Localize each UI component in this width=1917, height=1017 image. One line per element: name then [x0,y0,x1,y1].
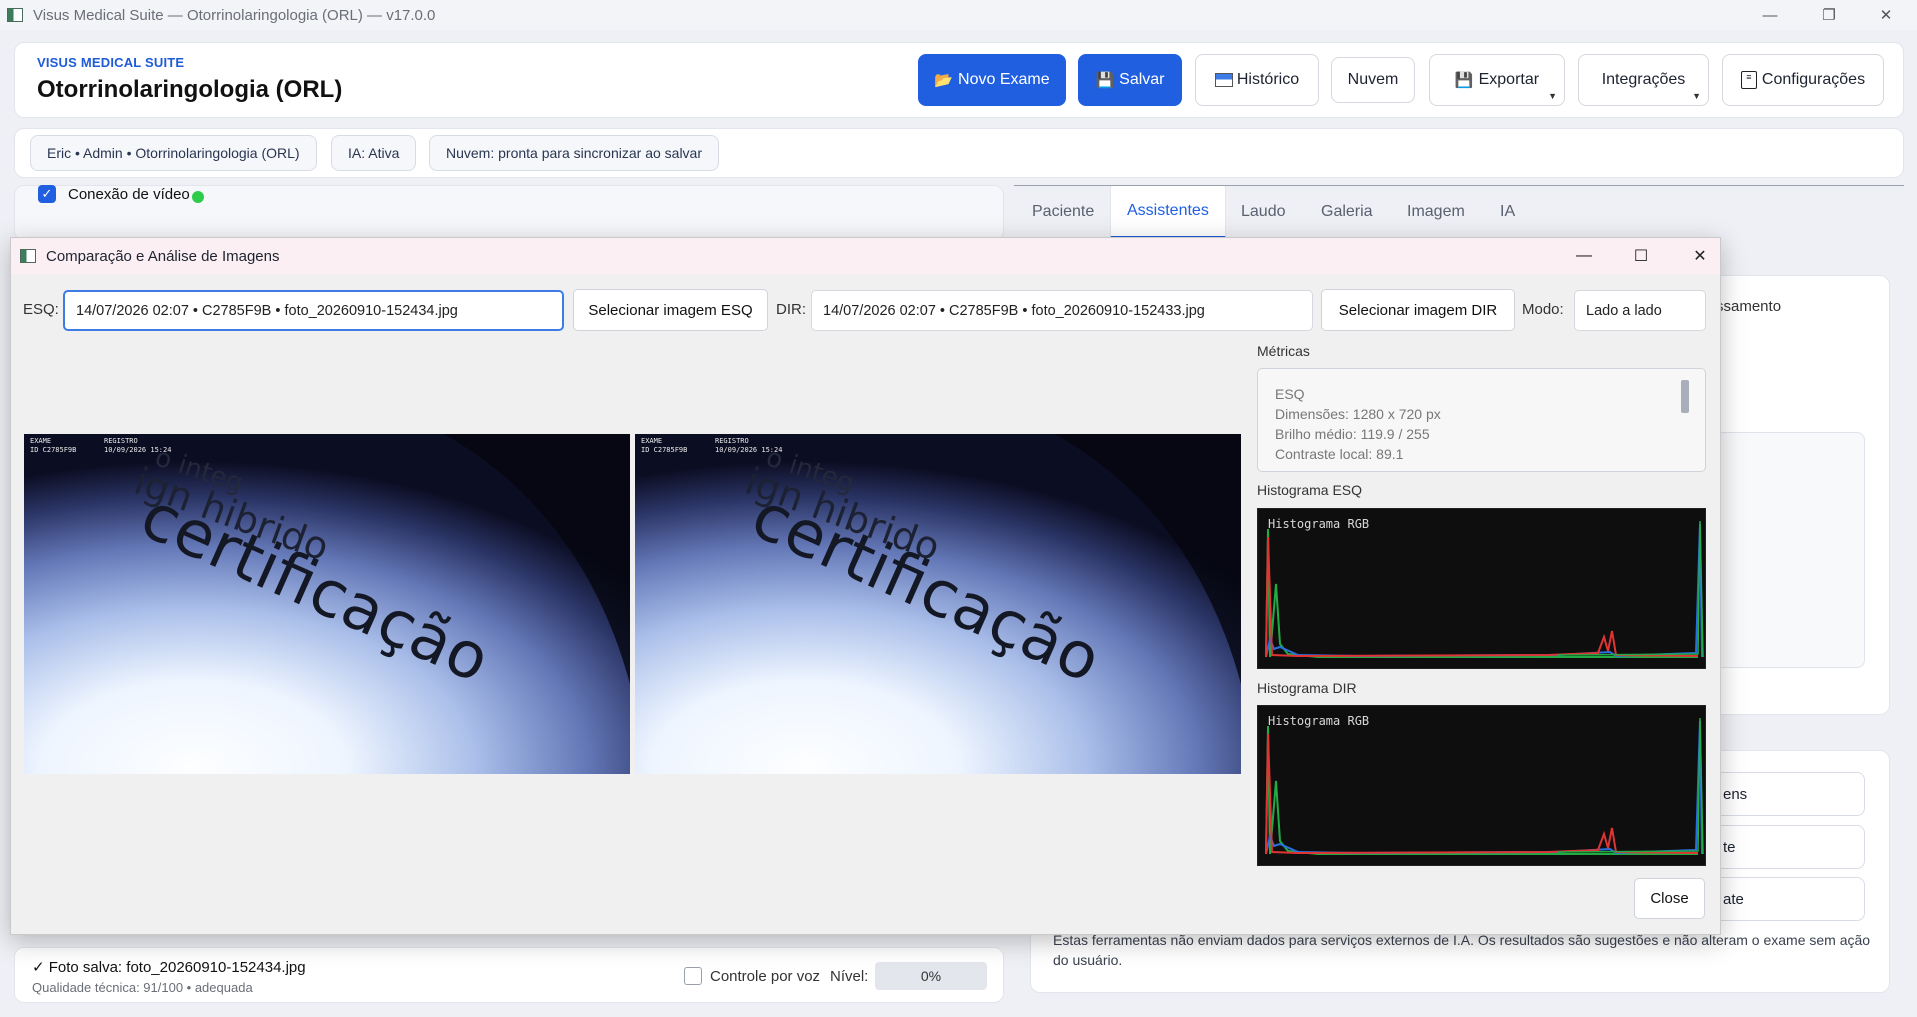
exam-overlay-label: EXAME [30,437,52,445]
histogram-title: Histograma RGB [1268,517,1370,531]
exam-overlay-label: EXAME [641,437,663,445]
select-left-image-button[interactable]: Selecionar imagem ESQ [573,289,768,331]
assistant-output-box [1700,432,1865,668]
metrics-side: ESQ [1275,386,1305,402]
dialog-titlebar: Comparação e Análise de Imagens [11,238,1720,274]
mode-label: Modo: [1522,301,1564,318]
chevron-down-icon: ▼ [1692,91,1701,101]
metrics-contrast: Contraste local: 89.1 [1275,446,1404,462]
register-overlay-label: REGISTRO [104,437,138,445]
exam-overlay-id: ID C2785F9B [641,446,688,454]
right-image: o integ ign hibrido certificação EXAME I… [635,434,1241,774]
voice-level-meter: 0% [875,962,987,990]
restore-icon[interactable]: ❐ [1806,0,1852,30]
tab-laudo[interactable]: Laudo [1241,186,1286,238]
assistant-tool-button[interactable]: te [1700,825,1865,869]
integrations-button[interactable]: Integrações ▼ [1578,54,1709,106]
floppy-icon: 💾 [1454,72,1474,89]
cloud-button[interactable]: Nuvem [1331,57,1415,103]
histogram-chart [1265,520,1704,658]
register-overlay-date: 10/09/2026 15:24 [715,446,783,454]
tab-ia[interactable]: IA [1500,186,1515,238]
tab-assistentes[interactable]: Assistentes [1110,186,1226,238]
history-label: Histórico [1236,71,1300,88]
histogram-right: Histograma RGB [1257,705,1706,866]
histogram-title: Histograma RGB [1268,714,1370,728]
user-chip: Eric • Admin • Otorrinolaringologia (ORL… [30,135,317,171]
maximize-icon[interactable]: ☐ [1618,238,1664,274]
settings-icon: ≡ [1740,71,1757,89]
level-label: Nível: [830,968,869,985]
app-icon [20,249,36,263]
register-overlay-date: 10/09/2026 15:24 [104,446,172,454]
left-image-label: ESQ: [23,301,59,318]
dialog-title: Comparação e Análise de Imagens [46,247,280,265]
new-exam-label: Novo Exame [958,71,1050,88]
export-label: Exportar [1478,71,1540,88]
metrics-scrollbar[interactable] [1681,380,1689,413]
metrics-panel[interactable]: ESQ Dimensões: 1280 x 720 px Brilho médi… [1257,368,1706,472]
select-right-image-button[interactable]: Selecionar imagem DIR [1321,289,1515,331]
histogram-chart [1265,717,1704,855]
tab-galeria[interactable]: Galeria [1321,186,1373,238]
metrics-dimensions: Dimensões: 1280 x 720 px [1275,406,1441,422]
voice-control-checkbox[interactable] [684,967,702,985]
exam-overlay-id: ID C2785F9B [30,446,77,454]
tab-paciente[interactable]: Paciente [1032,186,1094,238]
metrics-label: Métricas [1257,343,1310,359]
ai-status-chip: IA: Ativa [331,135,417,171]
close-icon[interactable]: ✕ [1863,0,1909,30]
tab-bar: Paciente Assistentes Laudo Galeria Image… [1014,185,1904,238]
settings-label: Configurações [1761,71,1866,88]
video-connection-checkbox[interactable]: ✓ [38,185,56,203]
voice-control-label: Controle por voz [710,968,821,985]
right-image-label: DIR: [776,301,806,318]
connection-indicator-icon [192,191,204,203]
brand-label: VISUS MEDICAL SUITE [37,55,185,70]
floppy-icon: 💾 [1095,72,1115,89]
settings-button[interactable]: ≡ Configurações [1722,54,1884,106]
window-titlebar: Visus Medical Suite — Otorrinolaringolog… [0,0,1917,30]
close-button[interactable]: Close [1634,878,1705,919]
histogram-left: Histograma RGB [1257,508,1706,669]
saved-photo-status: ✓ Foto salva: foto_20260910-152434.jpg [32,959,306,976]
assistant-tool-button[interactable]: ate [1700,877,1865,921]
histogram-left-label: Histograma ESQ [1257,482,1363,498]
cloud-label: Nuvem [1347,71,1399,88]
endoscopy-image: o integ ign hibrido certificação [635,434,1241,774]
assistant-text: ssamento [1716,298,1782,315]
left-image-field[interactable]: 14/07/2026 02:07 • C2785F9B • foto_20260… [63,290,564,331]
tab-imagem[interactable]: Imagem [1407,186,1465,238]
app-icon [7,8,23,22]
minimize-icon[interactable]: — [1561,238,1607,274]
quality-status: Qualidade técnica: 91/100 • adequada [32,980,253,995]
chevron-down-icon: ▼ [1548,91,1557,101]
cloud-status-chip: Nuvem: pronta para sincronizar ao salvar [429,135,720,171]
export-button[interactable]: 💾 Exportar ▼ [1429,54,1565,106]
save-label: Salvar [1119,71,1165,88]
close-icon[interactable]: ✕ [1677,238,1723,274]
endoscopy-image: o integ ign hibrido certificação [24,434,630,774]
mode-select[interactable]: Lado a lado [1574,290,1706,331]
folder-icon: 📂 [934,72,954,89]
history-button[interactable]: Histórico [1195,54,1319,106]
page-title: Otorrinolaringologia (ORL) [37,76,343,103]
window-title: Visus Medical Suite — Otorrinolaringolog… [33,6,436,24]
history-icon [1214,73,1233,87]
video-connection-label: Conexão de vídeo [68,186,190,203]
minimize-icon[interactable]: — [1747,0,1793,30]
assistant-tool-button[interactable]: ens [1700,772,1865,816]
right-image-field[interactable]: 14/07/2026 02:07 • C2785F9B • foto_20260… [811,290,1313,331]
new-exam-button[interactable]: 📂 Novo Exame [918,54,1066,106]
save-button[interactable]: 💾 Salvar [1078,54,1182,106]
integrations-label: Integrações [1601,71,1686,88]
left-image: o integ ign hibrido certificação EXAME I… [24,434,630,774]
privacy-disclaimer: Estas ferramentas não enviam dados para … [1053,932,1871,968]
metrics-brightness: Brilho médio: 119.9 / 255 [1275,426,1430,442]
histogram-right-label: Histograma DIR [1257,680,1357,696]
register-overlay-label: REGISTRO [715,437,749,445]
